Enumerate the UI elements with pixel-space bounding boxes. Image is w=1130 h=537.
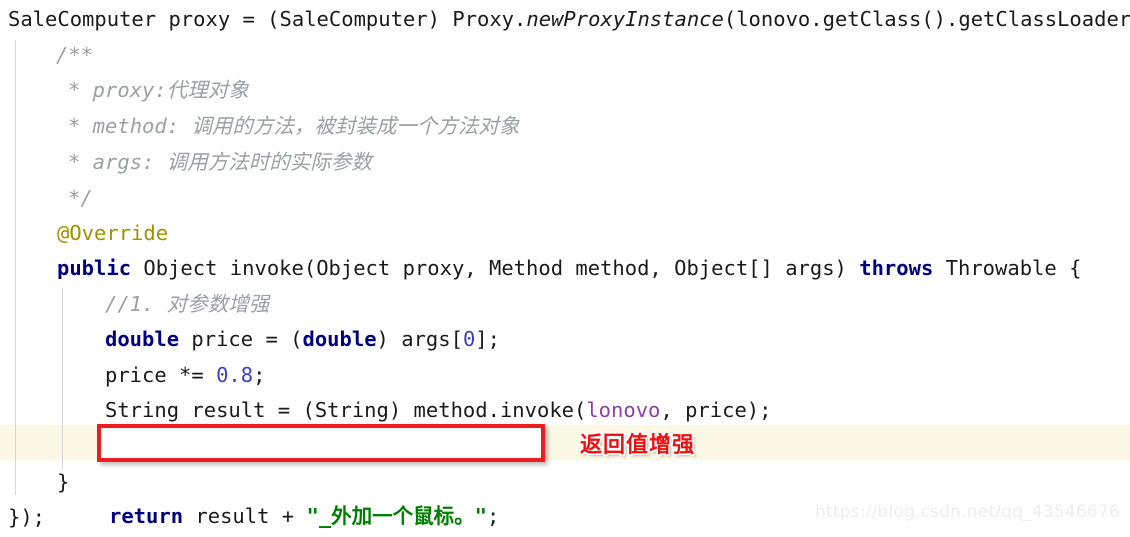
code-token: ; <box>487 503 500 528</box>
code-line-2[interactable]: /** <box>56 38 93 73</box>
code-token-keyword: double <box>302 327 377 351</box>
code-token-comment: * args: 调用方法时的实际参数 <box>68 150 372 174</box>
code-line-5[interactable]: * args: 调用方法时的实际参数 <box>68 145 372 180</box>
code-token-field: lonovo <box>586 398 661 422</box>
code-token-keyword: public <box>57 256 132 280</box>
code-line-4[interactable]: * method: 调用的方法，被封装成一个方法对象 <box>68 109 519 144</box>
code-token-annotation: @Override <box>57 221 169 245</box>
code-token-comment: * proxy:代理对象 <box>68 78 249 102</box>
code-line-14[interactable]: } <box>57 465 69 500</box>
code-token: ]; <box>475 327 500 351</box>
code-token: Throwable { <box>933 256 1082 280</box>
code-line-15[interactable]: }); <box>8 500 45 535</box>
code-line-3[interactable]: * proxy:代理对象 <box>68 73 249 108</box>
code-token: SaleComputer proxy = (SaleComputer) Prox… <box>8 7 527 31</box>
code-token-method-name: newProxyInstance <box>526 7 724 31</box>
code-token-comment: //1. 对参数增强 <box>105 292 270 316</box>
code-line-1[interactable]: SaleComputer proxy = (SaleComputer) Prox… <box>8 2 1130 37</box>
callout-box-return-statement: return result + "_外加一个鼠标。"; <box>97 424 545 528</box>
code-token-number: 0 <box>462 327 476 351</box>
code-token: String result = (String) method.invoke( <box>105 398 587 422</box>
code-token-keyword: double <box>105 327 180 351</box>
code-editor-screenshot: SaleComputer proxy = (SaleComputer) Prox… <box>0 0 1130 537</box>
code-token-comment: * method: 调用的方法，被封装成一个方法对象 <box>68 114 520 138</box>
code-line-11[interactable]: price *= 0.8; <box>105 358 265 393</box>
code-token-string: "_外加一个鼠标。" <box>306 503 488 528</box>
code-token: , price); <box>660 398 772 422</box>
code-token: result + <box>183 503 307 528</box>
code-token: ; <box>253 363 266 387</box>
watermark: https://blog.csdn.net/qq_43546676 <box>814 501 1120 522</box>
code-token-keyword: return <box>109 503 184 528</box>
code-token: } <box>57 470 70 494</box>
code-token: }); <box>8 505 46 529</box>
code-token-comment: /** <box>56 43 94 67</box>
code-token: price *= <box>105 363 217 387</box>
code-token: ) args[ <box>376 327 463 351</box>
annotation-label-return-value-enhancement: 返回值增强 <box>580 433 696 458</box>
code-token: price = ( <box>179 327 303 351</box>
code-line-13[interactable]: return result + "_外加一个鼠标。"; <box>101 499 541 534</box>
code-token-keyword: throws <box>859 256 934 280</box>
code-token: (lonovo.getClass().getClassLoader() <box>723 7 1130 31</box>
code-token-comment: */ <box>68 186 93 210</box>
code-line-7[interactable]: @Override <box>57 216 168 251</box>
code-token-number: 0.8 <box>216 363 254 387</box>
code-line-10[interactable]: double price = (double) args[0]; <box>105 322 500 357</box>
code-line-8[interactable]: public Object invoke(Object proxy, Metho… <box>57 251 1081 286</box>
code-token: Object invoke(Object proxy, Method metho… <box>131 256 860 280</box>
code-line-6[interactable]: */ <box>68 181 93 216</box>
code-line-9[interactable]: //1. 对参数增强 <box>105 287 269 322</box>
